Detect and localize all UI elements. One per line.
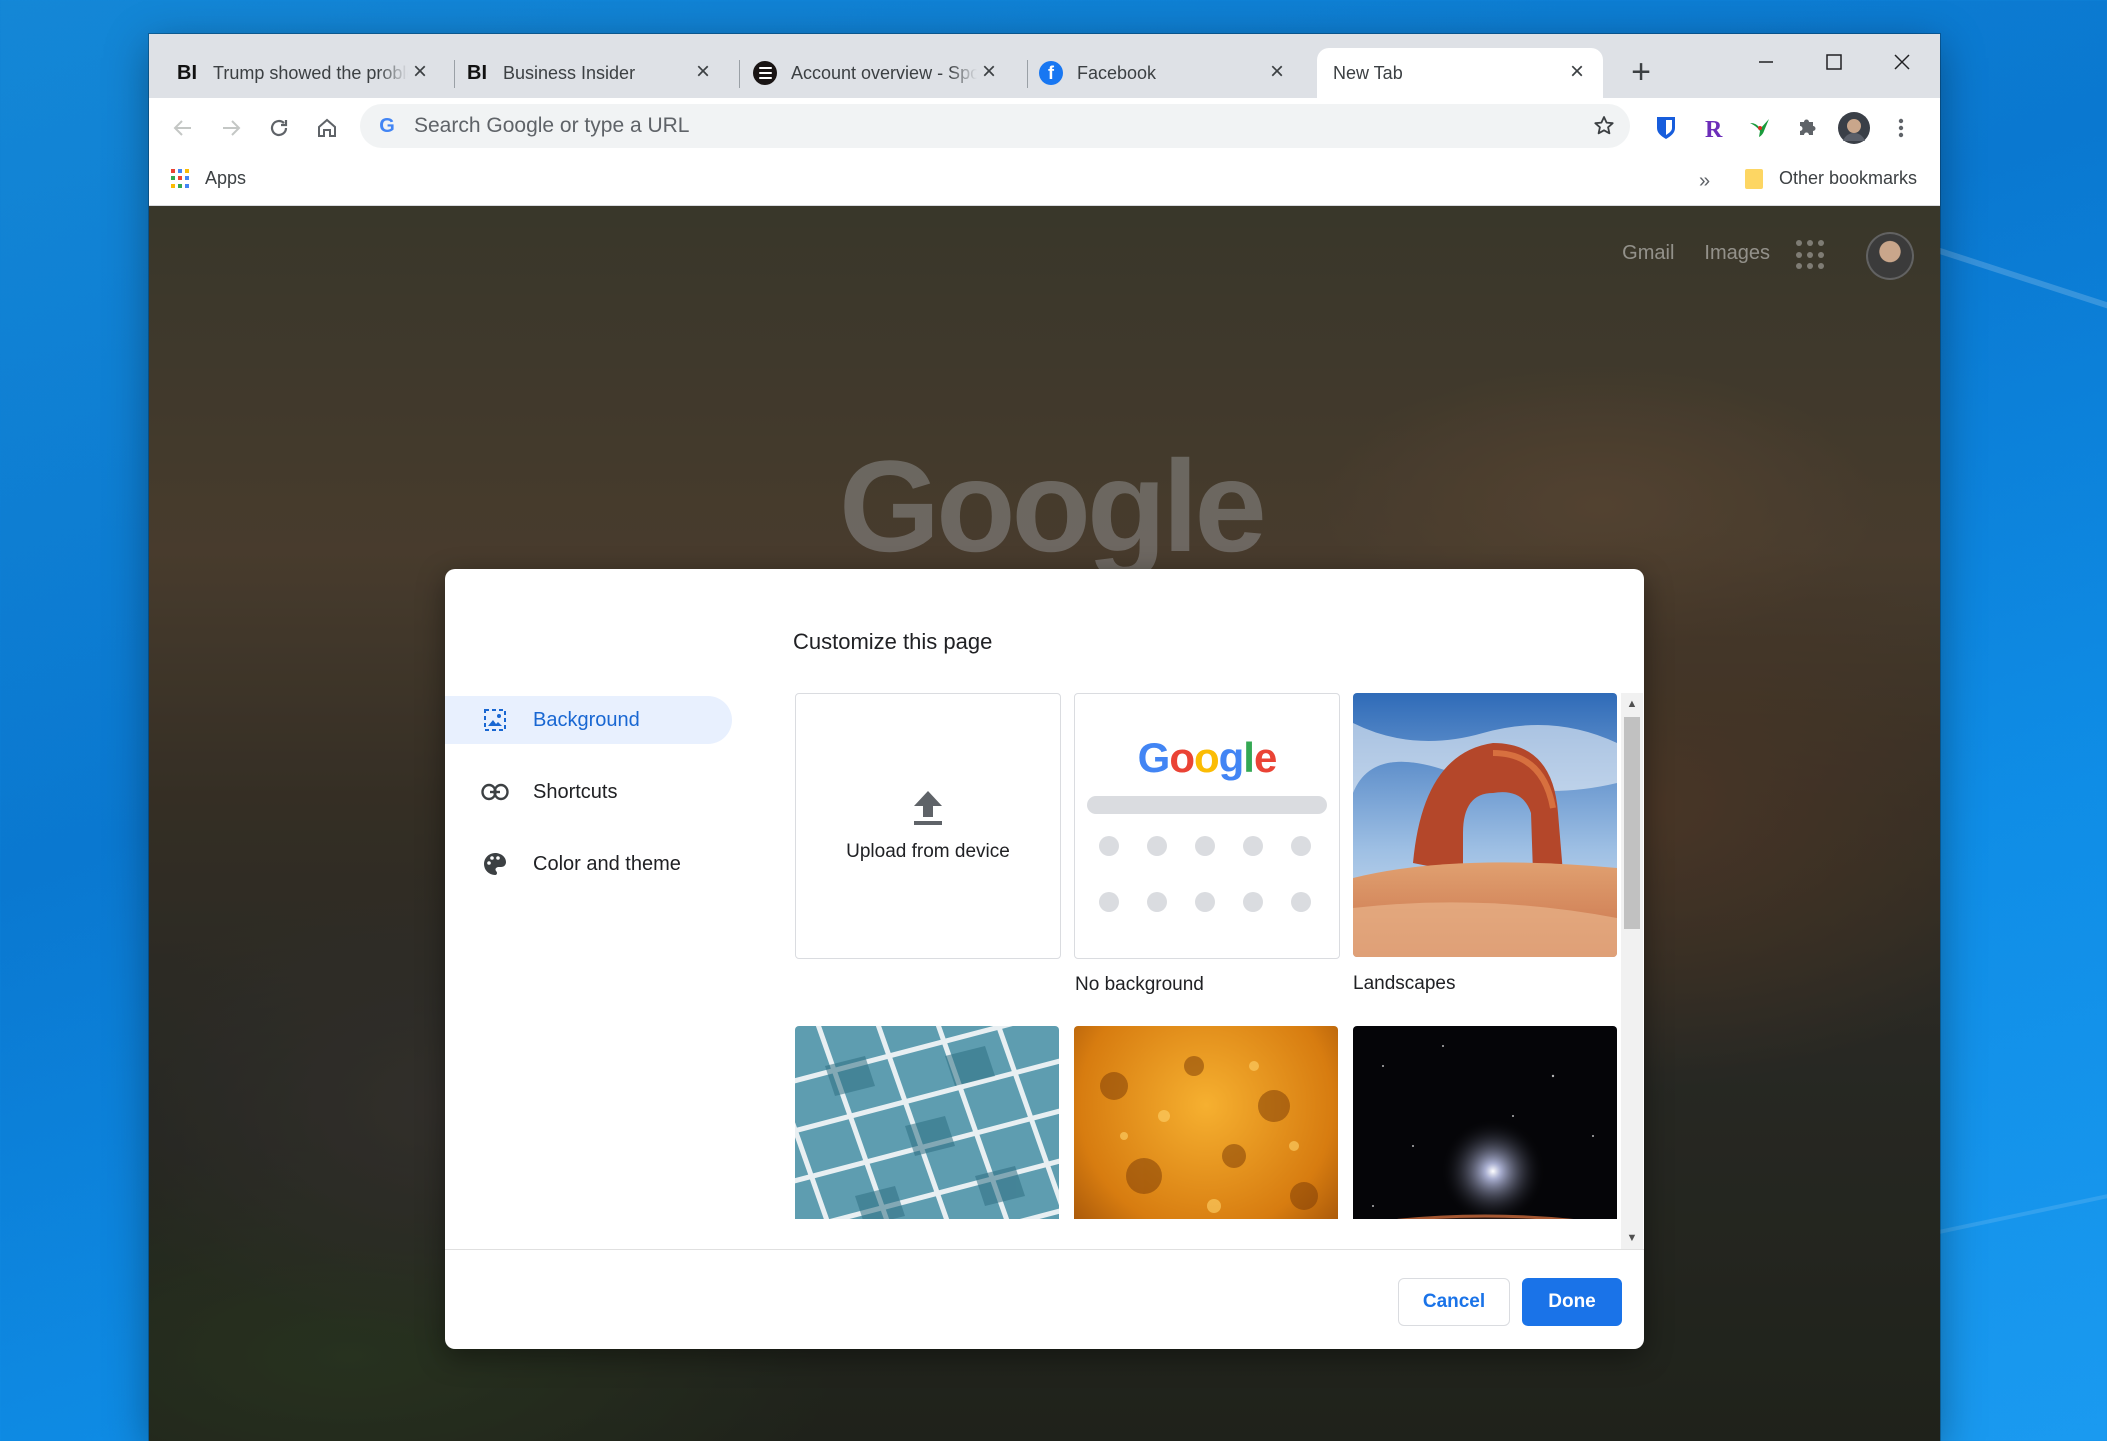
close-window-button[interactable] [1868,42,1936,82]
business-insider-favicon: BI [467,61,487,84]
reload-button[interactable] [257,106,301,150]
facebook-icon: f [1039,61,1063,85]
minimize-icon [1759,61,1773,63]
orange-texture-image [1074,1026,1338,1219]
back-button[interactable] [161,106,205,150]
done-button[interactable]: Done [1522,1278,1622,1326]
forward-arrow-icon [223,120,241,136]
sidebar-item-background[interactable]: Background [445,696,732,744]
search-bar-preview [1087,796,1327,814]
link-icon [481,778,509,806]
minimize-button[interactable] [1732,42,1800,82]
google-logo: Google [839,433,1267,579]
space-tile[interactable] [1353,1026,1617,1219]
tab-new-tab[interactable]: New Tab × [1317,48,1603,98]
close-tab-icon[interactable]: × [977,60,1001,85]
close-tab-icon[interactable]: × [1565,60,1589,85]
profile-avatar[interactable] [1836,110,1872,146]
other-bookmarks-label: Other bookmarks [1779,168,1918,188]
toolbar: G R [149,98,1940,158]
folder-icon [1745,168,1763,189]
sidebar-item-shortcuts[interactable]: Shortcuts [445,768,732,816]
upload-label: Upload from device [846,841,1010,862]
landscapes-label: Landscapes [1353,973,1456,994]
architecture-image [795,1026,1059,1219]
gmail-link[interactable]: Gmail [1622,242,1674,265]
apps-grid-icon [171,168,191,189]
tab-title: Trump showed the problem [213,62,408,83]
omnibox[interactable]: G [360,104,1630,148]
close-tab-icon[interactable]: × [408,60,432,85]
background-grid: Upload from device Google No background [795,693,1620,1219]
image-icon [481,706,509,734]
tab-title: Account overview - Spotify [791,62,977,83]
palette-icon [481,850,509,878]
sidebar-item-label: Color and theme [533,852,681,875]
sidebar-item-color-and-theme[interactable]: Color and theme [445,840,732,888]
images-link[interactable]: Images [1704,242,1770,265]
scrollbar-thumb[interactable] [1624,717,1640,929]
sidebar-item-label: Shortcuts [533,780,618,803]
bookmark-star-icon[interactable] [1584,106,1624,146]
home-button[interactable] [305,106,349,150]
landscape-arch-image [1353,693,1617,957]
maximize-button[interactable] [1800,42,1868,82]
tab-spotify[interactable]: Account overview - Spotify × [727,48,1015,98]
close-tab-icon[interactable]: × [691,60,715,85]
omnibox-input[interactable] [414,114,1584,138]
dialog-scrollbar[interactable]: ▲ ▼ [1621,693,1643,1249]
no-background-google-logo: Google [1137,734,1278,781]
shortcut-dots-preview [1099,836,1317,912]
textures-tile[interactable] [1074,1026,1338,1219]
forward-button[interactable] [209,106,253,150]
home-icon [318,118,336,137]
ntp-account-avatar[interactable] [1866,232,1914,280]
tab-facebook[interactable]: f Facebook × [1013,48,1303,98]
bitwarden-icon[interactable] [1648,110,1684,146]
tab-trump[interactable]: BI Trump showed the problem × [149,48,446,98]
svg-text:R: R [1705,117,1723,141]
upload-from-device-tile[interactable]: Upload from device [795,693,1061,959]
bookmarks-overflow-button[interactable]: » [1699,170,1710,193]
apps-shortcut[interactable]: Apps [171,168,246,189]
ntp-top-links: Gmail Images [1622,242,1770,265]
maximize-icon [1826,54,1842,70]
tab-title: Business Insider [503,62,636,83]
scroll-down-icon[interactable]: ▼ [1625,1231,1639,1245]
other-bookmarks[interactable]: Other bookmarks [1745,168,1917,189]
sidebar-item-label: Background [533,708,640,731]
google-g-icon: G [379,115,395,137]
tab-title: New Tab [1333,62,1403,83]
google-apps-icon[interactable] [1796,240,1826,270]
bird-extension-icon[interactable] [1742,110,1778,146]
landscapes-tile[interactable] [1353,693,1617,957]
close-icon [1894,54,1910,70]
dialog-title: Customize this page [793,629,993,654]
scroll-up-icon[interactable]: ▲ [1625,697,1639,711]
apps-label: Apps [205,168,247,188]
business-insider-favicon: BI [177,61,197,84]
architecture-tile[interactable] [795,1026,1059,1219]
r-extension-icon[interactable]: R [1695,110,1731,146]
dialog-footer: Cancel Done [445,1249,1644,1349]
upload-icon [914,791,942,825]
close-tab-icon[interactable]: × [1265,60,1289,85]
new-tab-button[interactable]: + [1624,55,1658,90]
no-background-tile[interactable]: Google [1074,693,1340,959]
no-background-label: No background [1075,974,1204,995]
kebab-menu-icon[interactable] [1883,110,1919,146]
tab-business-insider[interactable]: BI Business Insider × [439,48,729,98]
tab-title: Facebook [1077,62,1157,83]
bookmarks-bar: Apps » Other bookmarks [149,158,1940,206]
reload-icon [270,119,288,137]
customize-dialog: Customize this page Background Shortcuts… [445,569,1644,1349]
spotify-icon [753,61,777,85]
cancel-button[interactable]: Cancel [1398,1278,1510,1326]
tab-strip: BI Trump showed the problem × BI Busines… [149,34,1940,98]
puzzle-icon[interactable] [1789,110,1825,146]
space-planet-image [1353,1026,1617,1219]
back-arrow-icon [173,120,191,136]
